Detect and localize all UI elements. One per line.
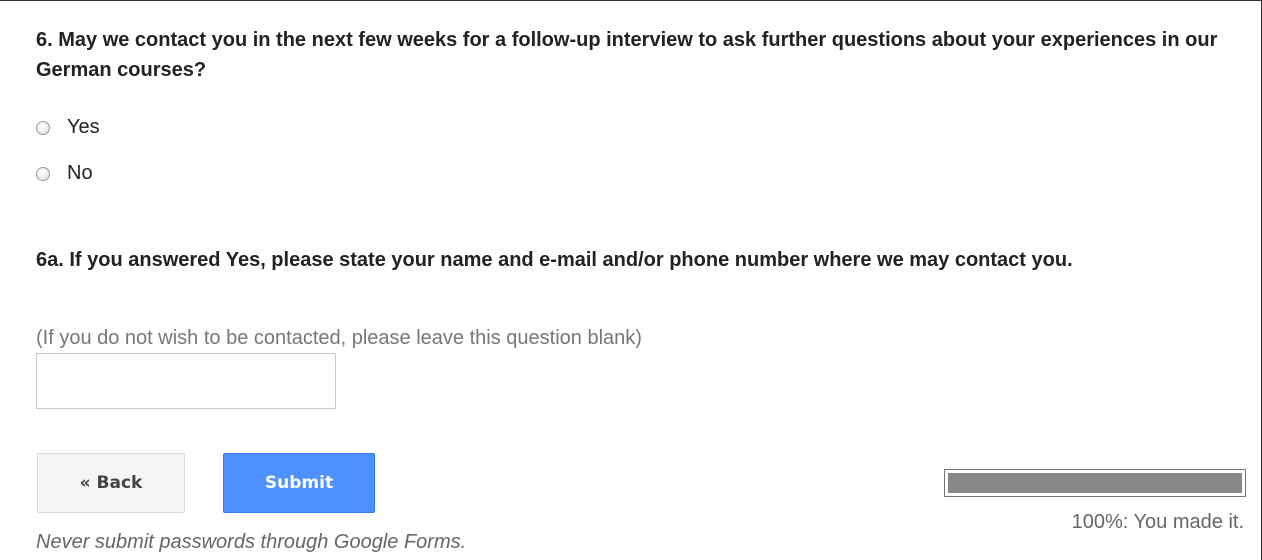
progress-bar (944, 469, 1246, 497)
password-disclaimer: Never submit passwords through Google Fo… (36, 531, 467, 553)
question-6-title: 6. May we contact you in the next few we… (36, 29, 1218, 81)
contact-info-input[interactable] (36, 353, 336, 409)
radio-option-no[interactable]: No (36, 160, 93, 186)
radio-option-yes[interactable]: Yes (36, 114, 100, 140)
radio-label-no: No (67, 162, 93, 184)
back-button[interactable]: « Back (37, 453, 185, 513)
form-frame: 6. May we contact you in the next few we… (0, 0, 1262, 560)
radio-label-yes: Yes (67, 116, 100, 138)
question-6a-title: 6a. If you answered Yes, please state yo… (36, 249, 1073, 271)
submit-button[interactable]: Submit (223, 453, 375, 513)
progress-text: 100%: You made it. (1071, 511, 1244, 533)
radio-button-yes[interactable] (36, 121, 50, 135)
progress-bar-fill (948, 473, 1242, 493)
radio-button-no[interactable] (36, 167, 50, 181)
question-6a-help-text: (If you do not wish to be contacted, ple… (36, 327, 642, 349)
